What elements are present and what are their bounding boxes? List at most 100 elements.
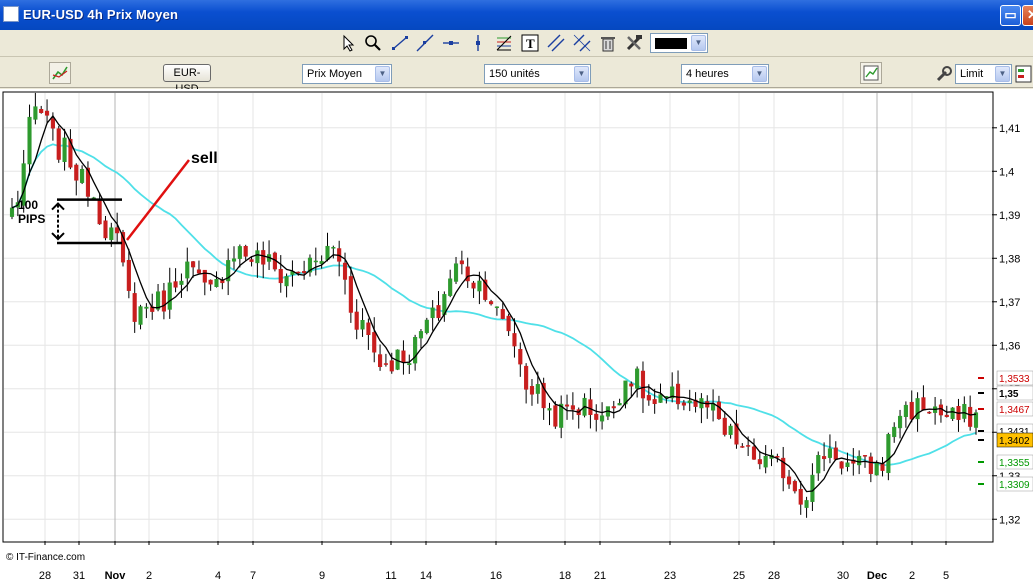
vertical-line-icon[interactable] — [468, 33, 488, 53]
candle-body — [202, 269, 207, 283]
price-type-select[interactable]: Prix Moyen ▼ — [302, 64, 392, 84]
candle-body — [56, 128, 61, 160]
candle-body — [722, 417, 727, 435]
y-tick-label: 1,37 — [999, 297, 1020, 309]
trendline-icon[interactable] — [415, 33, 435, 53]
price-chart[interactable]: 100PIPS sell 1,41 1,4 1,39 1,38 1,37 1,36 1,35 1… — [0, 89, 1033, 581]
candle-body — [477, 280, 482, 292]
order-type-value: Limit — [960, 68, 984, 80]
y-tick-label: 1,41 — [999, 123, 1020, 135]
line-icon[interactable] — [390, 33, 410, 53]
candle-body — [845, 462, 850, 467]
channel-icon[interactable] — [572, 33, 592, 53]
candle-body — [62, 137, 67, 162]
fibonacci-icon[interactable] — [494, 33, 514, 53]
order-type-select[interactable]: Limit ▼ — [955, 64, 1012, 84]
x-axis: 28 31 Nov 2 4 7 9 11 14 16 18 21 23 25 28 30 Dec 2 5 — [39, 541, 949, 581]
candle-body — [629, 383, 634, 387]
wrench-icon[interactable] — [934, 64, 954, 84]
candle-body — [640, 370, 646, 399]
candle-body — [600, 415, 605, 422]
window-title: EUR-USD 4h Prix Moyen — [23, 7, 179, 22]
candle-body — [518, 349, 523, 365]
candle-body — [822, 456, 827, 460]
candle-body — [360, 319, 365, 330]
candle-body — [500, 309, 505, 319]
candle-body — [418, 331, 424, 339]
candle-body — [635, 368, 640, 389]
candle-body — [623, 380, 628, 405]
trash-icon[interactable] — [598, 33, 618, 53]
x-tick-label: 21 — [594, 570, 606, 581]
x-tick-label: 7 — [250, 570, 256, 581]
candle-body — [243, 245, 248, 257]
candle-body — [506, 315, 511, 332]
candle-body — [903, 404, 908, 417]
x-tick-label: 2 — [909, 570, 915, 581]
candle-body — [880, 463, 885, 471]
timeframe-select[interactable]: 4 heures ▼ — [681, 64, 769, 84]
x-tick-label: Nov — [105, 570, 127, 581]
candle-body — [424, 319, 429, 333]
candle-body — [681, 402, 686, 406]
candle-body — [857, 455, 862, 466]
candle-body — [968, 406, 973, 427]
units-select[interactable]: 150 unités ▼ — [484, 64, 591, 84]
candle-body — [284, 276, 289, 287]
candle-body — [372, 332, 377, 353]
candle-body — [763, 455, 768, 468]
chart-window-icon — [3, 6, 19, 22]
candle-body — [103, 220, 108, 239]
candle-body — [746, 445, 751, 447]
candle-body — [191, 261, 196, 268]
candle-body — [553, 405, 558, 427]
zoom-icon[interactable] — [363, 33, 383, 53]
candle-body — [687, 400, 692, 403]
candle-body — [325, 245, 330, 260]
candle-body — [617, 403, 622, 406]
candle-body — [804, 500, 809, 508]
indicator-button[interactable] — [49, 62, 71, 84]
candle-body — [950, 407, 955, 419]
candle-body — [331, 247, 336, 249]
candle-body — [109, 227, 114, 241]
candle-body — [728, 425, 733, 435]
candle-body — [471, 282, 476, 289]
x-tick-label: 25 — [733, 570, 745, 581]
candle-body — [786, 476, 792, 485]
cursor-icon[interactable] — [338, 33, 358, 53]
minimize-icon[interactable]: ▭ — [1000, 5, 1021, 26]
candle-body — [921, 397, 926, 411]
candle-body — [675, 383, 681, 405]
channel-icon[interactable] — [546, 33, 566, 53]
candle-body — [33, 106, 38, 120]
symbol-button[interactable]: EUR-USD — [163, 64, 211, 95]
order-ticket-icon[interactable] — [1014, 64, 1033, 84]
x-tick-label: 11 — [385, 570, 396, 581]
horizontal-line-icon[interactable] — [441, 33, 461, 53]
price-label: 1,3355 — [999, 458, 1030, 469]
candle-body — [436, 305, 441, 319]
candle-body — [249, 259, 254, 262]
y-tick-label: 1,36 — [999, 340, 1020, 352]
line-color-picker[interactable]: ▼ — [650, 33, 708, 53]
tools-icon[interactable] — [624, 33, 644, 53]
candle-body — [927, 411, 932, 414]
y-tick-label: 1,32 — [999, 514, 1020, 526]
chart-settings-button[interactable] — [860, 62, 882, 84]
candle-body — [886, 434, 891, 474]
candle-body — [255, 250, 260, 264]
chevron-down-icon: ▼ — [752, 66, 767, 82]
candle-body — [413, 337, 418, 364]
close-icon[interactable]: ✕ — [1022, 5, 1033, 26]
x-tick-label: 5 — [943, 570, 949, 581]
candle-body — [313, 260, 318, 263]
x-tick-label: 14 — [420, 570, 432, 581]
candle-body — [342, 262, 348, 280]
candle-body — [594, 413, 599, 420]
chart-svg[interactable]: 100PIPS sell 1,41 1,4 1,39 1,38 1,37 1,36 1,35 1… — [0, 89, 1033, 581]
candle-body — [810, 474, 815, 502]
text-icon[interactable]: T — [520, 33, 540, 53]
candle-body — [126, 259, 131, 291]
price-type-value: Prix Moyen — [307, 68, 363, 80]
